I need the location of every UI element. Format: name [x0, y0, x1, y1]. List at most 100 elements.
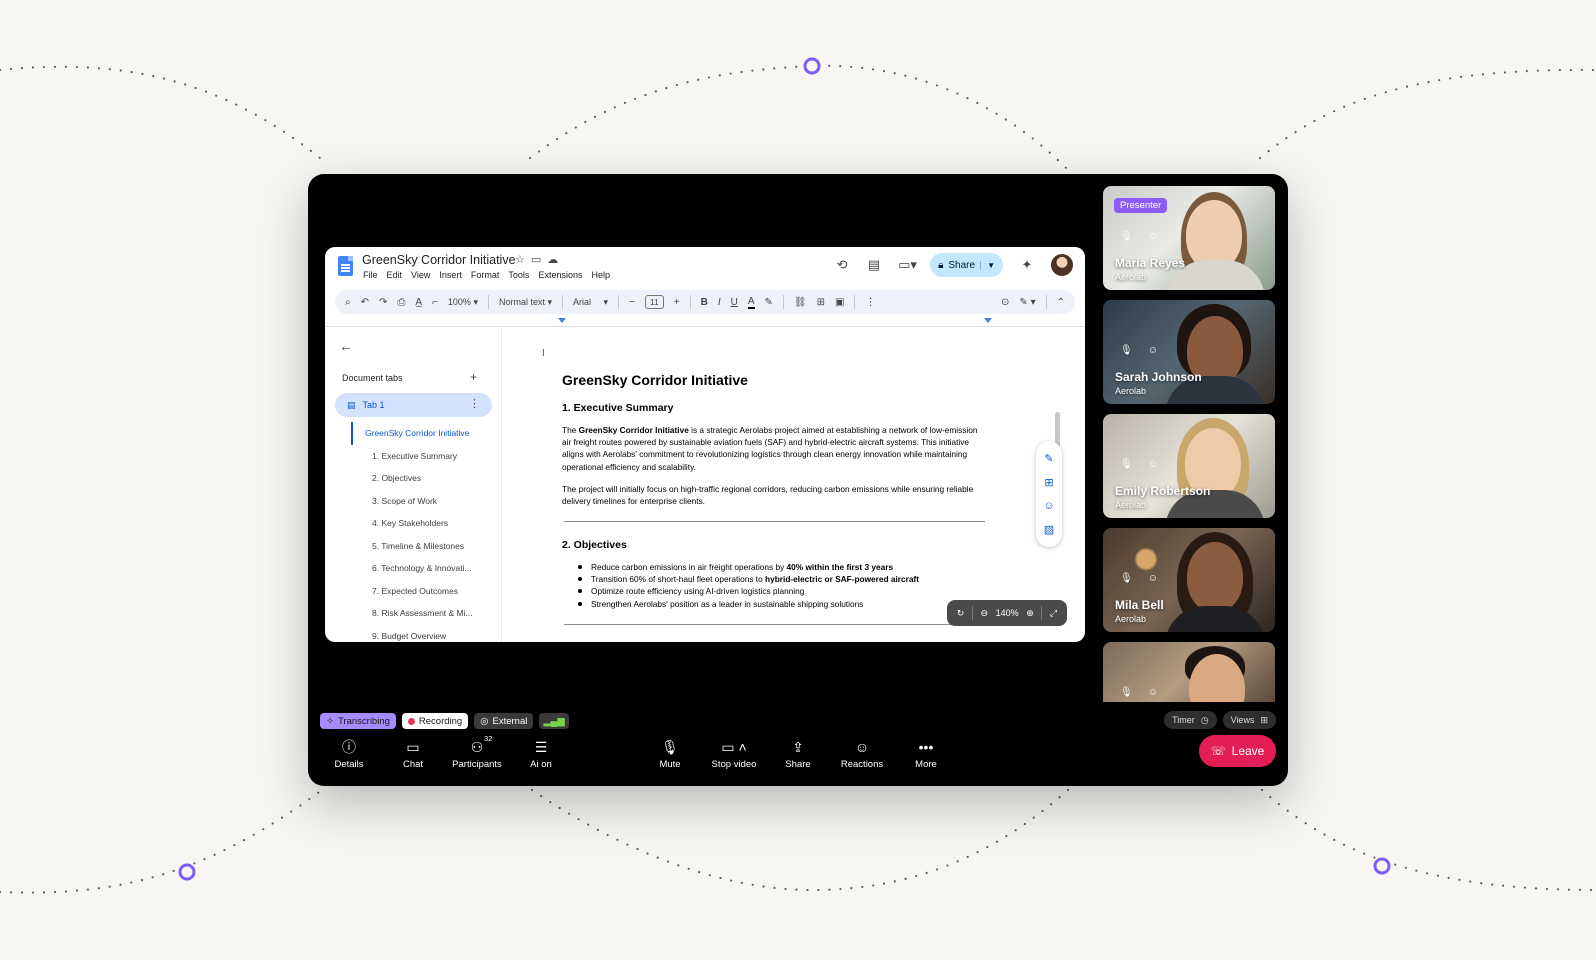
- document-page[interactable]: I GreenSky Corridor Initiative 1. Execut…: [503, 328, 1065, 642]
- menu-format[interactable]: Format: [471, 270, 500, 280]
- add-tab-icon[interactable]: +: [470, 370, 477, 384]
- participant-tile[interactable]: Presenter 🎙︎☺ Maria Reyes Aerolab: [1103, 186, 1275, 290]
- smart-compose-icon[interactable]: ⊙: [1001, 297, 1009, 308]
- editing-mode-icon[interactable]: ✎ ▾: [1019, 297, 1035, 308]
- doc-title[interactable]: GreenSky Corridor Initiative: [362, 253, 516, 267]
- tab-menu-icon[interactable]: ⋮: [469, 397, 480, 410]
- emoji-icon[interactable]: ☺: [1043, 500, 1054, 512]
- external-label: External: [492, 715, 528, 727]
- mute-button[interactable]: 🎙︎ Mute: [639, 738, 701, 770]
- add-comment-icon[interactable]: ⊞: [1044, 476, 1053, 489]
- outline-item[interactable]: 2. Objectives: [351, 467, 501, 490]
- print-icon[interactable]: ⎙: [397, 297, 405, 308]
- outline-item[interactable]: 1. Executive Summary: [351, 445, 501, 468]
- search-icon[interactable]: ⌕: [345, 297, 351, 308]
- recording-badge[interactable]: Recording: [401, 713, 469, 729]
- zoom-in-icon[interactable]: ⊕: [1026, 608, 1034, 619]
- details-button[interactable]: ⓘ Details: [318, 738, 380, 770]
- outline-item[interactable]: GreenSky Corridor Initiative: [351, 422, 501, 445]
- horizontal-rule: [564, 521, 985, 523]
- more-label: More: [915, 759, 937, 770]
- suggest-edit-icon[interactable]: ▧: [1044, 523, 1054, 536]
- transcribing-badge[interactable]: ✧ Transcribing: [320, 713, 396, 729]
- ai-button[interactable]: ☰ Ai on: [510, 738, 572, 770]
- style-select[interactable]: Normal text ▾: [499, 297, 552, 308]
- more-options-icon[interactable]: ⋮: [865, 297, 875, 308]
- share-button[interactable]: 🔒︎ Share ▼: [930, 253, 1003, 277]
- zoom-out-icon[interactable]: ⊖: [980, 608, 988, 619]
- leave-button[interactable]: ☏ Leave: [1199, 735, 1276, 767]
- reactions-button[interactable]: ☺ Reactions: [831, 738, 893, 770]
- menu-edit[interactable]: Edit: [387, 270, 403, 280]
- right-indent-marker[interactable]: [984, 318, 992, 323]
- list-item: Reduce carbon emissions in air freight o…: [578, 561, 987, 573]
- meet-icon[interactable]: ▭▾: [898, 257, 917, 273]
- participant-tile[interactable]: 🎙︎☺ Emily Robertson Aerolab: [1103, 414, 1275, 518]
- left-indent-marker[interactable]: [558, 318, 566, 323]
- folder-icon[interactable]: ▭: [531, 254, 547, 266]
- document-content[interactable]: GreenSky Corridor Initiative 1. Executiv…: [562, 372, 987, 642]
- edit-suggest-icon[interactable]: ✎: [1044, 452, 1053, 465]
- globe-icon: ◎: [480, 715, 489, 727]
- account-avatar[interactable]: [1051, 254, 1073, 276]
- add-comment-icon[interactable]: ⊞: [817, 297, 825, 308]
- layout-controls: Timer ◷ Views ⊞: [1164, 711, 1276, 729]
- menu-view[interactable]: View: [411, 270, 430, 280]
- views-button[interactable]: Views ⊞: [1222, 711, 1276, 729]
- fullscreen-icon[interactable]: ⤢: [1050, 608, 1057, 619]
- paint-format-icon[interactable]: ⌐: [432, 297, 438, 308]
- external-badge[interactable]: ◎ External: [474, 713, 534, 729]
- highlight-icon[interactable]: ✎: [765, 297, 773, 308]
- google-docs-icon[interactable]: [338, 256, 353, 276]
- redo-icon[interactable]: ↷: [379, 297, 387, 308]
- menu-file[interactable]: File: [363, 270, 378, 280]
- list-text: Reduce carbon emissions in air freight o…: [591, 562, 787, 573]
- participants-button[interactable]: ⚇ 32 Participants: [446, 734, 508, 770]
- outline-item[interactable]: 3. Scope of Work: [351, 490, 501, 513]
- zoom-select[interactable]: 100% ▾: [448, 297, 478, 308]
- font-size-input[interactable]: 11: [644, 295, 664, 309]
- tab-1[interactable]: ▤ Tab 1 ⋮: [335, 393, 492, 417]
- share-screen-button[interactable]: ⇪ Share: [767, 738, 829, 770]
- outline-item[interactable]: 7. Expected Outcomes: [351, 580, 501, 603]
- stop-video-button[interactable]: ▭ ˄ Stop video: [703, 738, 765, 770]
- signal-strength-icon[interactable]: ▂▄▆: [539, 713, 569, 729]
- outline-item[interactable]: 6. Technology & Innovati...: [351, 557, 501, 580]
- outline-item[interactable]: 8. Risk Assessment & Mi...: [351, 602, 501, 625]
- chat-button[interactable]: ▭ Chat: [382, 738, 444, 770]
- reset-zoom-icon[interactable]: ↻: [957, 608, 965, 619]
- insert-image-icon[interactable]: ▣: [835, 297, 844, 308]
- history-icon[interactable]: ⟲: [834, 257, 850, 273]
- share-caret-icon[interactable]: ▼: [980, 260, 995, 270]
- comments-icon[interactable]: ▤: [866, 257, 882, 273]
- outline-item[interactable]: 5. Timeline & Milestones: [351, 535, 501, 558]
- font-select[interactable]: Arial ▾: [573, 297, 608, 308]
- participant-tile[interactable]: 🎙︎☺: [1103, 642, 1275, 702]
- zoom-level: 140%: [995, 608, 1019, 618]
- back-arrow-icon[interactable]: ←: [339, 338, 353, 354]
- menu-help[interactable]: Help: [591, 270, 610, 280]
- bold-icon[interactable]: B: [701, 297, 708, 308]
- menu-insert[interactable]: Insert: [439, 270, 462, 280]
- undo-icon[interactable]: ↶: [361, 297, 369, 308]
- cloud-icon[interactable]: ☁: [547, 254, 564, 266]
- collapse-toolbar-icon[interactable]: ⌃: [1057, 297, 1065, 308]
- underline-icon[interactable]: U: [731, 297, 738, 308]
- more-button[interactable]: ••• More: [895, 738, 957, 770]
- menu-extensions[interactable]: Extensions: [538, 270, 582, 280]
- participant-tile[interactable]: 🎙︎☺ Sarah Johnson Aerolab: [1103, 300, 1275, 404]
- italic-icon[interactable]: I: [718, 297, 721, 308]
- paragraph-bold: GreenSky Corridor Initiative: [578, 425, 689, 435]
- timer-button[interactable]: Timer ◷: [1164, 711, 1217, 729]
- spellcheck-icon[interactable]: A̲: [415, 297, 422, 308]
- star-icon[interactable]: ☆: [515, 254, 531, 266]
- participant-tile[interactable]: 🎙︎☺ Mila Bell Aerolab: [1103, 528, 1275, 632]
- gemini-icon[interactable]: ✦: [1019, 257, 1035, 273]
- text-color-icon[interactable]: A: [747, 296, 755, 309]
- decrease-font-icon[interactable]: −: [629, 297, 635, 308]
- outline-item[interactable]: 9. Budget Overview: [351, 625, 501, 643]
- menu-tools[interactable]: Tools: [508, 270, 529, 280]
- outline-item[interactable]: 4. Key Stakeholders: [351, 512, 501, 535]
- increase-font-icon[interactable]: +: [674, 297, 680, 308]
- link-icon[interactable]: ⛓: [794, 297, 807, 308]
